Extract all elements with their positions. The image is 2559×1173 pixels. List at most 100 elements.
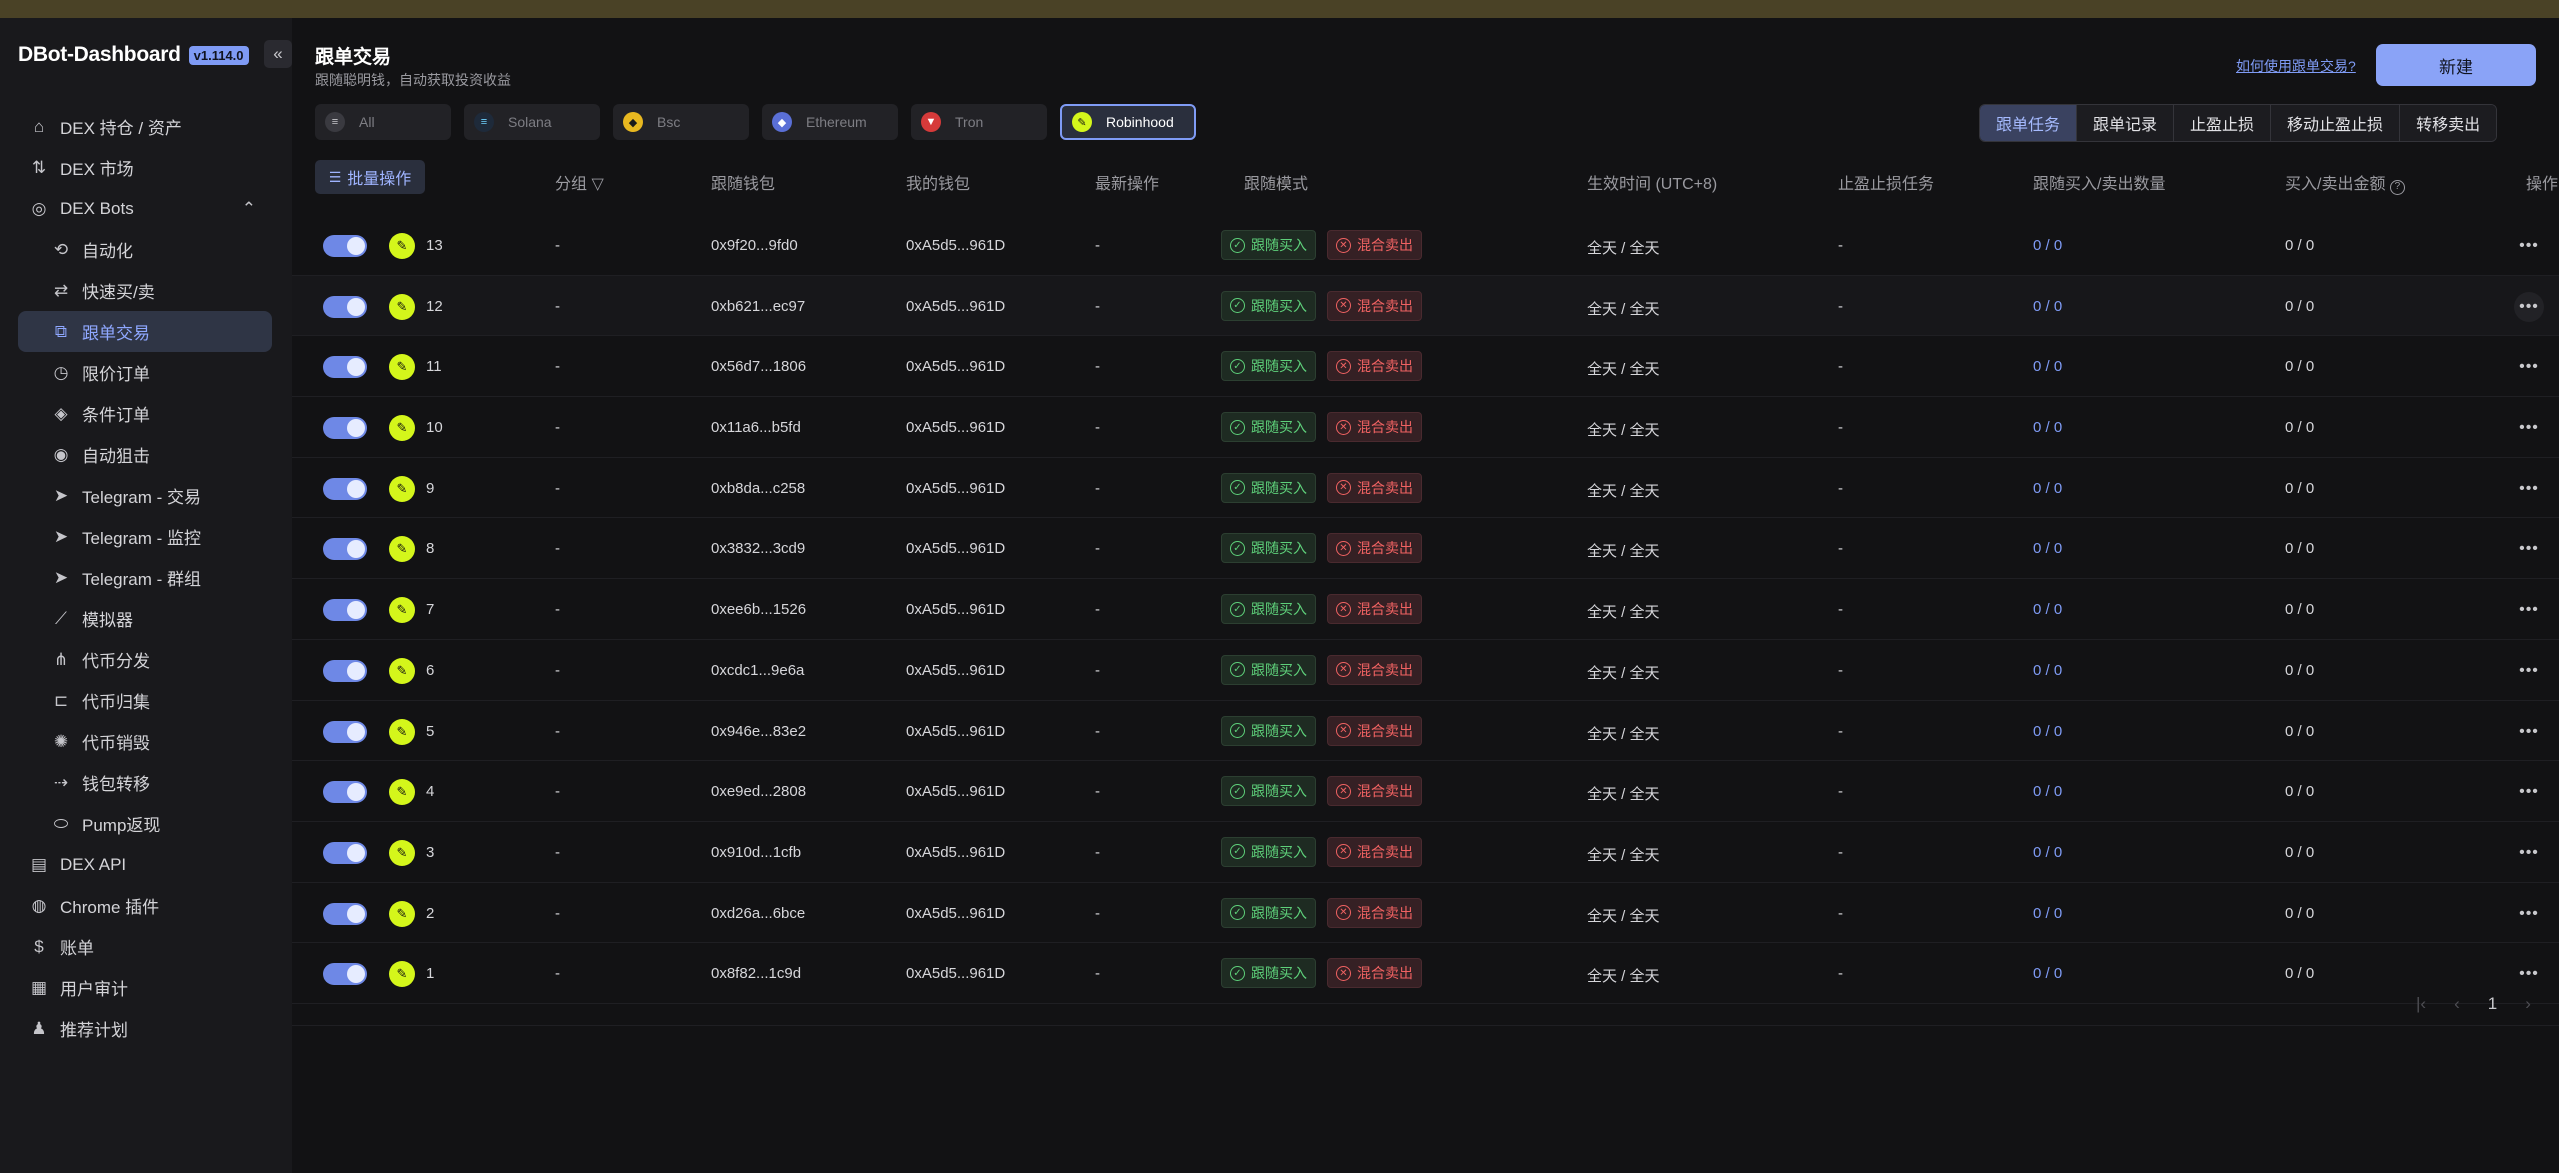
more-icon[interactable]: ••• [2514, 838, 2544, 868]
sidebar-item-6[interactable]: ◷ 限价订单 [18, 352, 272, 393]
table-row[interactable]: ✎ 12 - 0xb621...ec97 0xA5d5...961D - ✓ 跟随买入 ✕ 混合卖… [292, 275, 2559, 337]
table-row[interactable]: ✎ 1 - 0x8f82...1c9d 0xA5d5...961D - ✓ 跟随买入 ✕ 混合卖出… [292, 943, 2559, 1004]
sidebar-item-11[interactable]: ➤ Telegram - 群组 [18, 557, 272, 598]
table-row[interactable]: ✎ 3 - 0x910d...1cfb 0xA5d5...961D - ✓ 跟随买入 ✕ 混合卖出… [292, 822, 2559, 883]
more-icon[interactable]: ••• [2514, 231, 2544, 261]
table-row[interactable]: ✎ 5 - 0x946e...83e2 0xA5d5...961D - ✓ 跟随买入 ✕ 混合卖出… [292, 701, 2559, 762]
enable-toggle[interactable] [323, 599, 367, 622]
sidebar-item-10[interactable]: ➤ Telegram - 监控 [18, 516, 272, 557]
chevron-up-icon[interactable]: ⌃ [242, 199, 256, 219]
tab-4[interactable]: 转移卖出 [2399, 105, 2497, 141]
table-row[interactable]: ✎ 10 - 0x11a6...b5fd 0xA5d5...961D - ✓ 跟随买入 ✕ 混合卖… [292, 397, 2559, 458]
qty-cell[interactable]: 0 / 0 [2033, 601, 2062, 618]
chain-tron[interactable]: ▼ Tron [911, 104, 1047, 140]
next-page-icon[interactable]: › [2525, 994, 2531, 1014]
more-icon[interactable]: ••• [2514, 656, 2544, 686]
more-icon[interactable]: ••• [2514, 474, 2544, 504]
qty-cell[interactable]: 0 / 0 [2033, 844, 2062, 861]
chain-robinhood[interactable]: ✎ Robinhood [1060, 104, 1196, 140]
follow-wallet-cell[interactable]: 0xcdc1...9e6a [711, 662, 804, 679]
filter-icon[interactable]: ▽ [591, 176, 603, 193]
qty-cell[interactable]: 0 / 0 [2033, 237, 2062, 254]
follow-wallet-cell[interactable]: 0x11a6...b5fd [711, 419, 801, 436]
qty-cell[interactable]: 0 / 0 [2033, 723, 2062, 740]
sidebar-item-7[interactable]: ◈ 条件订单 [18, 393, 272, 434]
prev-page-icon[interactable]: ‹ [2454, 994, 2460, 1014]
enable-toggle[interactable] [323, 295, 367, 318]
enable-toggle[interactable] [323, 417, 367, 440]
sidebar-item-4[interactable]: ⇄ 快速买/卖 [18, 270, 272, 311]
enable-toggle[interactable] [323, 781, 367, 804]
follow-wallet-cell[interactable]: 0x910d...1cfb [711, 844, 801, 861]
sidebar-item-3[interactable]: ⟲ 自动化 [18, 229, 272, 270]
qty-cell[interactable]: 0 / 0 [2033, 358, 2062, 375]
follow-wallet-cell[interactable]: 0xd26a...6bce [711, 905, 805, 922]
sidebar-item-2[interactable]: ◎ DEX Bots ⌃ [18, 188, 272, 229]
my-wallet-cell[interactable]: 0xA5d5...961D [906, 662, 1005, 679]
follow-wallet-cell[interactable]: 0x8f82...1c9d [711, 965, 801, 982]
tab-0[interactable]: 跟单任务 [1980, 105, 2077, 141]
sidebar-item-12[interactable]: ⟋ 模拟器 [18, 598, 272, 639]
table-row[interactable]: ✎ 6 - 0xcdc1...9e6a 0xA5d5...961D - ✓ 跟随买入 ✕ 混合卖出… [292, 640, 2559, 701]
my-wallet-cell[interactable]: 0xA5d5...961D [906, 540, 1005, 557]
my-wallet-cell[interactable]: 0xA5d5...961D [906, 480, 1005, 497]
my-wallet-cell[interactable]: 0xA5d5...961D [906, 905, 1005, 922]
tab-3[interactable]: 移动止盈止损 [2270, 105, 2400, 141]
sidebar-item-21[interactable]: ▦ 用户审计 [18, 967, 272, 1008]
chain-solana[interactable]: ≡ Solana [464, 104, 600, 140]
qty-cell[interactable]: 0 / 0 [2033, 662, 2062, 679]
more-icon[interactable]: ••• [2514, 595, 2544, 625]
table-row[interactable]: ✎ 8 - 0x3832...3cd9 0xA5d5...961D - ✓ 跟随买入 ✕ 混合卖出… [292, 518, 2559, 580]
sidebar-item-0[interactable]: ⌂ DEX 持仓 / 资产 [18, 106, 272, 147]
first-page-icon[interactable]: |‹ [2416, 994, 2426, 1014]
more-icon[interactable]: ••• [2514, 291, 2544, 322]
qty-cell[interactable]: 0 / 0 [2033, 419, 2062, 436]
my-wallet-cell[interactable]: 0xA5d5...961D [906, 844, 1005, 861]
qty-cell[interactable]: 0 / 0 [2033, 905, 2062, 922]
enable-toggle[interactable] [323, 477, 367, 500]
my-wallet-cell[interactable]: 0xA5d5...961D [906, 601, 1005, 618]
help-circle-icon[interactable]: ? [2389, 180, 2405, 195]
my-wallet-cell[interactable]: 0xA5d5...961D [906, 723, 1005, 740]
enable-toggle[interactable] [323, 356, 367, 379]
sidebar-item-13[interactable]: ⋔ 代币分发 [18, 639, 272, 680]
enable-toggle[interactable] [323, 841, 367, 864]
enable-toggle[interactable] [323, 720, 367, 743]
qty-cell[interactable]: 0 / 0 [2033, 783, 2062, 800]
follow-wallet-cell[interactable]: 0x946e...83e2 [711, 723, 806, 740]
sidebar-item-1[interactable]: ⇅ DEX 市场 [18, 147, 272, 188]
table-row[interactable]: ✎ 11 - 0x56d7...1806 0xA5d5...961D - ✓ 跟随买入 ✕ 混合卖… [292, 336, 2559, 398]
sidebar-item-9[interactable]: ➤ Telegram - 交易 [18, 475, 272, 516]
enable-toggle[interactable] [323, 659, 367, 682]
qty-cell[interactable]: 0 / 0 [2033, 298, 2062, 315]
chain-bsc[interactable]: ◆ Bsc [613, 104, 749, 140]
chain-all[interactable]: ≡ All [315, 104, 451, 140]
batch-operation-button[interactable]: ☰ 批量操作 [315, 160, 425, 194]
page-current[interactable]: 1 [2488, 994, 2497, 1014]
more-icon[interactable]: ••• [2514, 352, 2544, 382]
help-link[interactable]: 如何使用跟单交易? [2236, 56, 2356, 76]
sidebar-item-17[interactable]: ⬭ Pump返现 [18, 803, 272, 844]
collapse-sidebar-button[interactable]: « [264, 40, 292, 68]
new-button[interactable]: 新建 [2376, 44, 2536, 86]
qty-cell[interactable]: 0 / 0 [2033, 480, 2062, 497]
more-icon[interactable]: ••• [2514, 899, 2544, 929]
more-icon[interactable]: ••• [2514, 777, 2544, 807]
more-icon[interactable]: ••• [2514, 959, 2544, 989]
follow-wallet-cell[interactable]: 0x9f20...9fd0 [711, 237, 798, 254]
qty-cell[interactable]: 0 / 0 [2033, 540, 2062, 557]
follow-wallet-cell[interactable]: 0x3832...3cd9 [711, 540, 805, 557]
more-icon[interactable]: ••• [2514, 717, 2544, 747]
my-wallet-cell[interactable]: 0xA5d5...961D [906, 237, 1005, 254]
my-wallet-cell[interactable]: 0xA5d5...961D [906, 358, 1005, 375]
sidebar-item-16[interactable]: ⇢ 钱包转移 [18, 762, 272, 803]
sidebar-item-19[interactable]: ◍ Chrome 插件 [18, 885, 272, 926]
follow-wallet-cell[interactable]: 0xe9ed...2808 [711, 783, 806, 800]
my-wallet-cell[interactable]: 0xA5d5...961D [906, 419, 1005, 436]
enable-toggle[interactable] [323, 538, 367, 561]
follow-wallet-cell[interactable]: 0x56d7...1806 [711, 358, 806, 375]
follow-wallet-cell[interactable]: 0xb8da...c258 [711, 480, 805, 497]
col-group[interactable]: 分组 ▽ [555, 170, 604, 194]
sidebar-item-15[interactable]: ✺ 代币销毁 [18, 721, 272, 762]
my-wallet-cell[interactable]: 0xA5d5...961D [906, 298, 1005, 315]
